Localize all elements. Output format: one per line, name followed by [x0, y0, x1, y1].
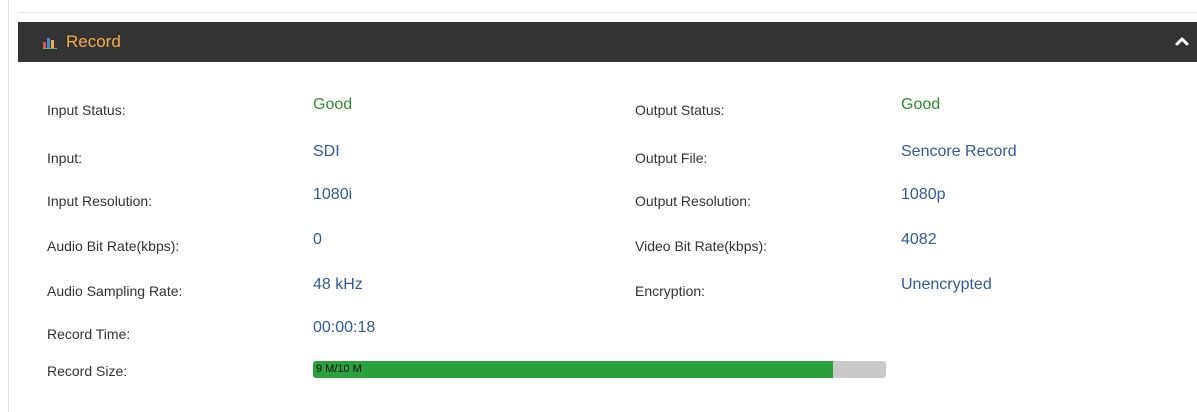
- panel-header[interactable]: Record: [18, 22, 1197, 62]
- bar-chart-icon: [43, 38, 57, 49]
- output-status-label: Output Status:: [635, 102, 725, 118]
- record-size-progress-text: 9 M/10 M: [316, 363, 362, 375]
- record-size-progress-bar: 9 M/10 M: [313, 361, 886, 378]
- input-status-label: Input Status:: [47, 102, 126, 118]
- video-bit-rate-label: Video Bit Rate(kbps):: [635, 238, 768, 254]
- output-resolution-label: Output Resolution:: [635, 193, 751, 209]
- input-value: SDI: [313, 143, 340, 160]
- video-bit-rate-value: 4082: [901, 231, 937, 248]
- input-resolution-value: 1080i: [313, 186, 353, 203]
- input-status-value: Good: [313, 96, 353, 113]
- chevron-up-icon[interactable]: [1171, 30, 1193, 52]
- audio-sampling-rate-label: Audio Sampling Rate:: [47, 283, 183, 299]
- output-resolution-value: 1080p: [901, 186, 946, 203]
- encryption-value: Unencrypted: [901, 276, 992, 293]
- output-status-value: Good: [901, 96, 941, 113]
- input-resolution-label: Input Resolution:: [47, 193, 153, 209]
- record-size-label: Record Size:: [47, 363, 128, 379]
- record-time-label: Record Time:: [47, 326, 131, 342]
- record-size-progress-fill: [313, 361, 834, 378]
- record-panel: Record Input Status: Good Input: SDI Inp…: [18, 22, 1197, 412]
- audio-bit-rate-label: Audio Bit Rate(kbps):: [47, 238, 180, 254]
- output-file-value: Sencore Record: [901, 143, 1017, 160]
- input-label: Input:: [47, 150, 83, 166]
- left-rail: [8, 0, 9, 412]
- top-strip: [18, 0, 1197, 13]
- audio-sampling-rate-value: 48 kHz: [313, 276, 363, 293]
- audio-bit-rate-value: 0: [313, 231, 322, 248]
- panel-title: Record: [66, 32, 121, 51]
- record-time-value: 00:00:18: [313, 319, 376, 336]
- encryption-label: Encryption:: [635, 283, 706, 299]
- output-file-label: Output File:: [635, 150, 708, 166]
